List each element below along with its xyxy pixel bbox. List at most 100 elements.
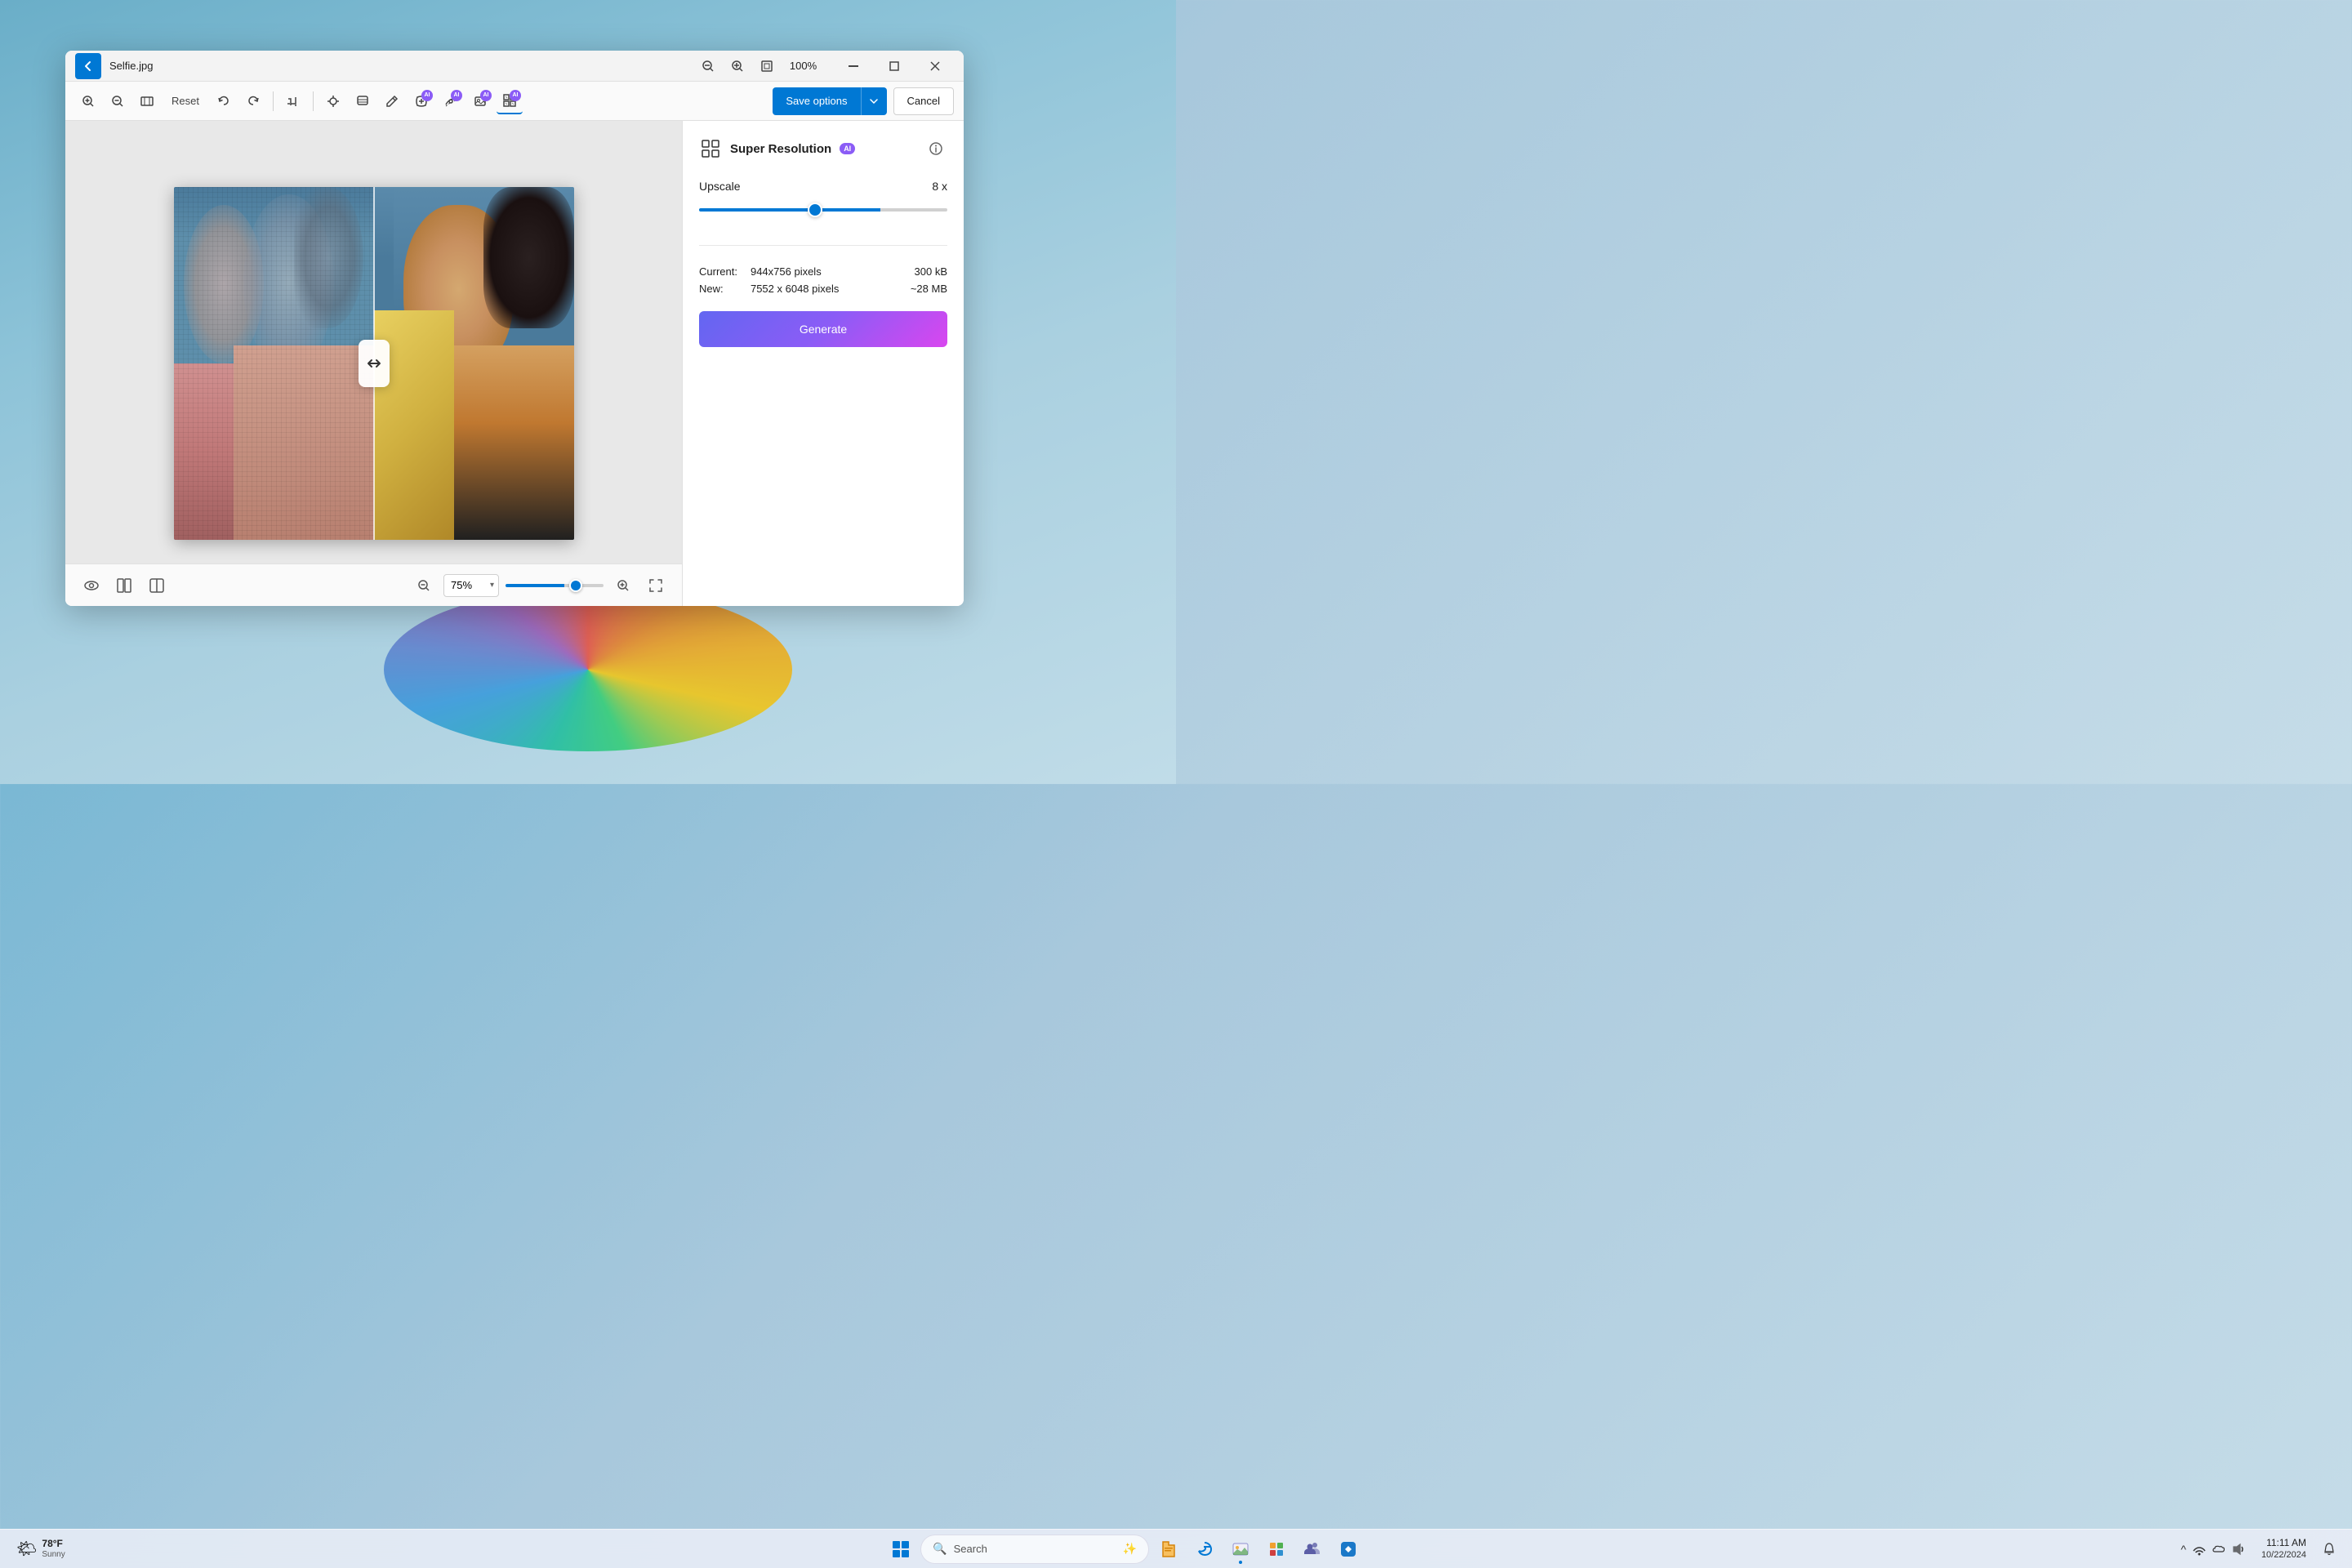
upscale-section: Upscale 8 x	[699, 180, 947, 216]
panel-ai-badge: AI	[840, 143, 855, 154]
zoom-in-toolbar-button[interactable]	[75, 88, 101, 114]
back-button[interactable]	[75, 53, 101, 79]
filter-icon	[356, 95, 369, 108]
fullscreen-button[interactable]	[643, 572, 669, 599]
save-options-button[interactable]: Save options	[773, 87, 860, 115]
fit-image-icon	[140, 95, 154, 108]
ai-style-button[interactable]: AI	[438, 88, 464, 114]
notification-icon	[2323, 1543, 2336, 1556]
compare-icon	[117, 578, 131, 593]
taskbar-clock[interactable]: 11:11 AM 10/22/2024	[2255, 1534, 2313, 1565]
filter-button[interactable]	[350, 88, 376, 114]
pen-button[interactable]	[379, 88, 405, 114]
fit-image-button[interactable]	[134, 88, 160, 114]
weather-temp: 78°F	[42, 1538, 65, 1549]
ai-bg-button[interactable]: AI	[467, 88, 493, 114]
desktop-decoration	[384, 588, 792, 751]
windows-logo-icon	[892, 1540, 910, 1558]
layout-button[interactable]	[144, 572, 170, 599]
ai-remove-button[interactable]: AI	[408, 88, 434, 114]
window-controls	[835, 53, 954, 79]
ai-remove-badge: AI	[421, 90, 433, 101]
panel-divider	[699, 245, 947, 246]
swap-button[interactable]	[359, 340, 390, 387]
fullscreen-icon	[649, 579, 662, 592]
edge-icon	[1196, 1540, 1214, 1558]
minimize-button[interactable]	[835, 53, 872, 79]
title-bar: Selfie.jpg	[65, 51, 964, 82]
weather-icon: 🌤	[16, 1539, 37, 1559]
upscale-label: Upscale	[699, 180, 741, 193]
redo-button[interactable]	[240, 88, 266, 114]
undo-button[interactable]	[211, 88, 237, 114]
close-button[interactable]	[916, 53, 954, 79]
photo-canvas	[174, 187, 574, 540]
zoom-slider[interactable]	[506, 584, 604, 587]
maximize-button[interactable]	[875, 53, 913, 79]
title-zoom-out-button[interactable]	[697, 55, 719, 78]
canvas-area: 75% 50% 100% 125% 150% ▾	[65, 121, 682, 606]
taskbar-photos-button[interactable]	[1224, 1533, 1257, 1566]
swap-icon	[365, 354, 383, 372]
save-options-group: Save options	[773, 87, 886, 115]
adjust-button[interactable]	[320, 88, 346, 114]
info-grid: Current: 944x756 pixels 300 kB New: 7552…	[699, 259, 947, 295]
fit-icon	[760, 60, 773, 73]
cancel-button[interactable]: Cancel	[893, 87, 954, 115]
search-sparkle-icon: ✨	[1123, 1542, 1137, 1556]
compare-button[interactable]	[111, 572, 137, 599]
chevron-up-icon: ^	[2180, 1543, 2186, 1556]
reset-button[interactable]: Reset	[163, 90, 207, 113]
taskbar-files-button[interactable]	[1152, 1533, 1185, 1566]
title-zoom-in-button[interactable]	[726, 55, 749, 78]
main-content: 75% 50% 100% 125% 150% ▾	[65, 121, 964, 606]
panel-header: Super Resolution AI	[699, 137, 947, 160]
maximize-icon	[889, 61, 899, 71]
zoom-out-bottom-icon	[417, 579, 430, 592]
layout-icon	[149, 578, 164, 593]
zoom-select[interactable]: 75% 50% 100% 125% 150%	[443, 574, 499, 597]
panel-icon	[699, 137, 722, 160]
taskbar-store-button[interactable]	[1260, 1533, 1293, 1566]
generate-button[interactable]: Generate	[699, 311, 947, 347]
notification-button[interactable]	[2316, 1533, 2342, 1566]
taskbar-weather[interactable]: 🌤 78°F Sunny	[10, 1535, 75, 1562]
back-icon	[82, 60, 95, 73]
photo-right-half	[374, 187, 574, 540]
view-button[interactable]	[78, 572, 105, 599]
upscale-header: Upscale 8 x	[699, 180, 947, 193]
crop-button[interactable]	[280, 88, 306, 114]
zoom-in-toolbar-icon	[82, 95, 95, 108]
zoom-out-bottom-button[interactable]	[411, 572, 437, 599]
system-icons[interactable]: ^	[2174, 1539, 2252, 1559]
current-size: 300 kB	[911, 265, 947, 278]
ai-super-res-badge: AI	[510, 90, 521, 101]
chevron-down-icon	[870, 99, 878, 104]
zoom-in-bottom-icon	[617, 579, 630, 592]
taskbar-teams-button[interactable]	[1296, 1533, 1329, 1566]
pen-icon	[385, 95, 399, 108]
teams-icon	[1303, 1540, 1321, 1558]
current-label: Current:	[699, 265, 737, 278]
search-bar[interactable]: 🔍 Search ✨	[920, 1535, 1149, 1564]
start-button[interactable]	[884, 1533, 917, 1566]
save-options-dropdown-button[interactable]	[861, 87, 887, 115]
title-fit-button[interactable]	[755, 55, 778, 78]
photos-icon	[1232, 1540, 1250, 1558]
zoom-in-bottom-button[interactable]	[610, 572, 636, 599]
zoom-select-wrapper: 75% 50% 100% 125% 150% ▾	[443, 574, 499, 597]
close-icon	[930, 61, 940, 71]
taskbar-edge-button[interactable]	[1188, 1533, 1221, 1566]
app-window: Selfie.jpg	[65, 51, 964, 606]
zoom-out-toolbar-button[interactable]	[105, 88, 131, 114]
weather-text: 78°F Sunny	[42, 1538, 65, 1559]
app-icon	[1339, 1540, 1357, 1558]
eye-icon	[84, 578, 99, 593]
ai-bg-badge: AI	[480, 90, 492, 101]
taskbar-app-button[interactable]	[1332, 1533, 1365, 1566]
panel-title-group: Super Resolution AI	[699, 137, 855, 160]
taskbar-right: ^ 11:11 AM 10/22/2024	[2174, 1533, 2342, 1566]
ai-super-res-button[interactable]: AI	[497, 88, 523, 114]
panel-info-button[interactable]	[924, 137, 947, 160]
upscale-slider[interactable]	[699, 208, 947, 212]
